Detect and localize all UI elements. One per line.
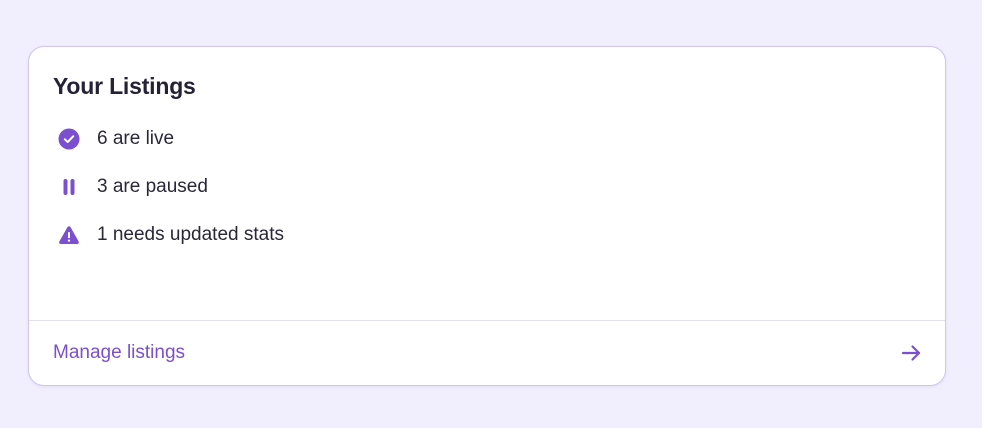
arrow-right-icon[interactable]: [899, 341, 923, 365]
check-circle-icon: [58, 128, 80, 150]
status-list: 6 are live 3 are paused 1 needs updated …: [53, 115, 921, 259]
status-item-needs-update: 1 needs updated stats: [53, 211, 921, 259]
status-live-text: 6 are live: [97, 128, 175, 149]
listings-card-body: Your Listings 6 are live 3 are paused 1 …: [29, 47, 945, 320]
pause-icon: [58, 176, 80, 198]
manage-listings-link[interactable]: Manage listings: [53, 341, 185, 365]
listings-card: Your Listings 6 are live 3 are paused 1 …: [28, 46, 946, 386]
card-title: Your Listings: [53, 73, 196, 99]
status-item-paused: 3 are paused: [53, 163, 921, 211]
status-paused-text: 3 are paused: [97, 176, 208, 197]
manage-listings-row[interactable]: Manage listings: [29, 321, 945, 385]
warning-triangle-icon: [58, 224, 80, 246]
status-needs-update-text: 1 needs updated stats: [97, 224, 284, 245]
status-item-live: 6 are live: [53, 115, 921, 163]
